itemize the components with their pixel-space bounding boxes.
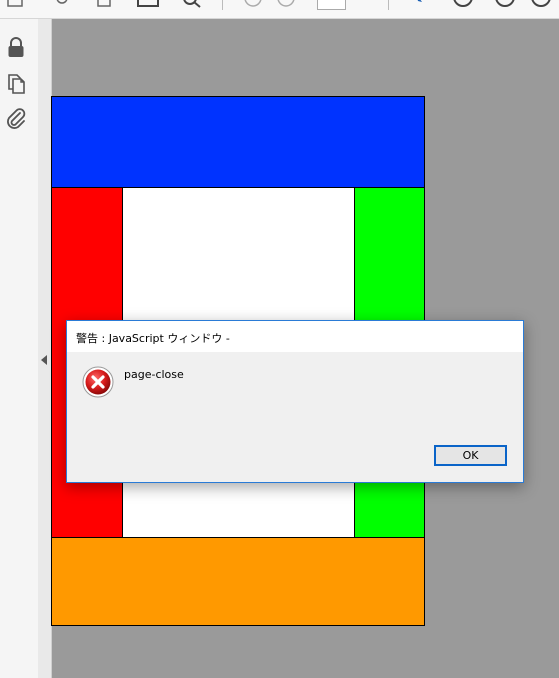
email-icon[interactable]: [137, 0, 159, 8]
attachment-icon[interactable]: [5, 107, 27, 129]
page-number-field[interactable]: [317, 0, 346, 10]
dialog-title: 警告 : JavaScript ウィンドウ -: [76, 332, 230, 345]
bottom-orange-block: [51, 537, 425, 626]
ok-button[interactable]: OK: [434, 445, 507, 466]
navigation-pane: [0, 19, 39, 678]
toolbar-separator: [222, 0, 223, 10]
next-page-icon[interactable]: [276, 0, 296, 8]
prev-page-icon[interactable]: [243, 0, 263, 8]
collapse-pane-icon[interactable]: [41, 355, 47, 365]
zoom-level-icon[interactable]: [530, 0, 552, 8]
pane-splitter[interactable]: [38, 19, 52, 678]
dialog-message: page-close: [124, 368, 184, 381]
acrobat-viewer: 警告 : JavaScript ウィンドウ - page-close OK: [0, 0, 559, 678]
select-tool-icon[interactable]: [412, 0, 426, 8]
save-icon[interactable]: [6, 0, 24, 8]
javascript-alert-dialog: 警告 : JavaScript ウィンドウ - page-close OK: [66, 320, 524, 483]
toolbar-separator: [388, 0, 389, 10]
top-blue-block: [51, 96, 425, 188]
search-icon[interactable]: [182, 0, 202, 8]
zoom-in-icon[interactable]: [494, 0, 516, 8]
toolbar: [0, 0, 559, 19]
error-icon: [82, 366, 114, 398]
zoom-out-icon[interactable]: [452, 0, 474, 8]
dialog-title-bar[interactable]: 警告 : JavaScript ウィンドウ -: [67, 321, 523, 352]
print-icon[interactable]: [96, 0, 112, 8]
upload-icon[interactable]: [52, 0, 72, 8]
pages-icon[interactable]: [5, 72, 27, 94]
lock-icon[interactable]: [5, 36, 27, 58]
